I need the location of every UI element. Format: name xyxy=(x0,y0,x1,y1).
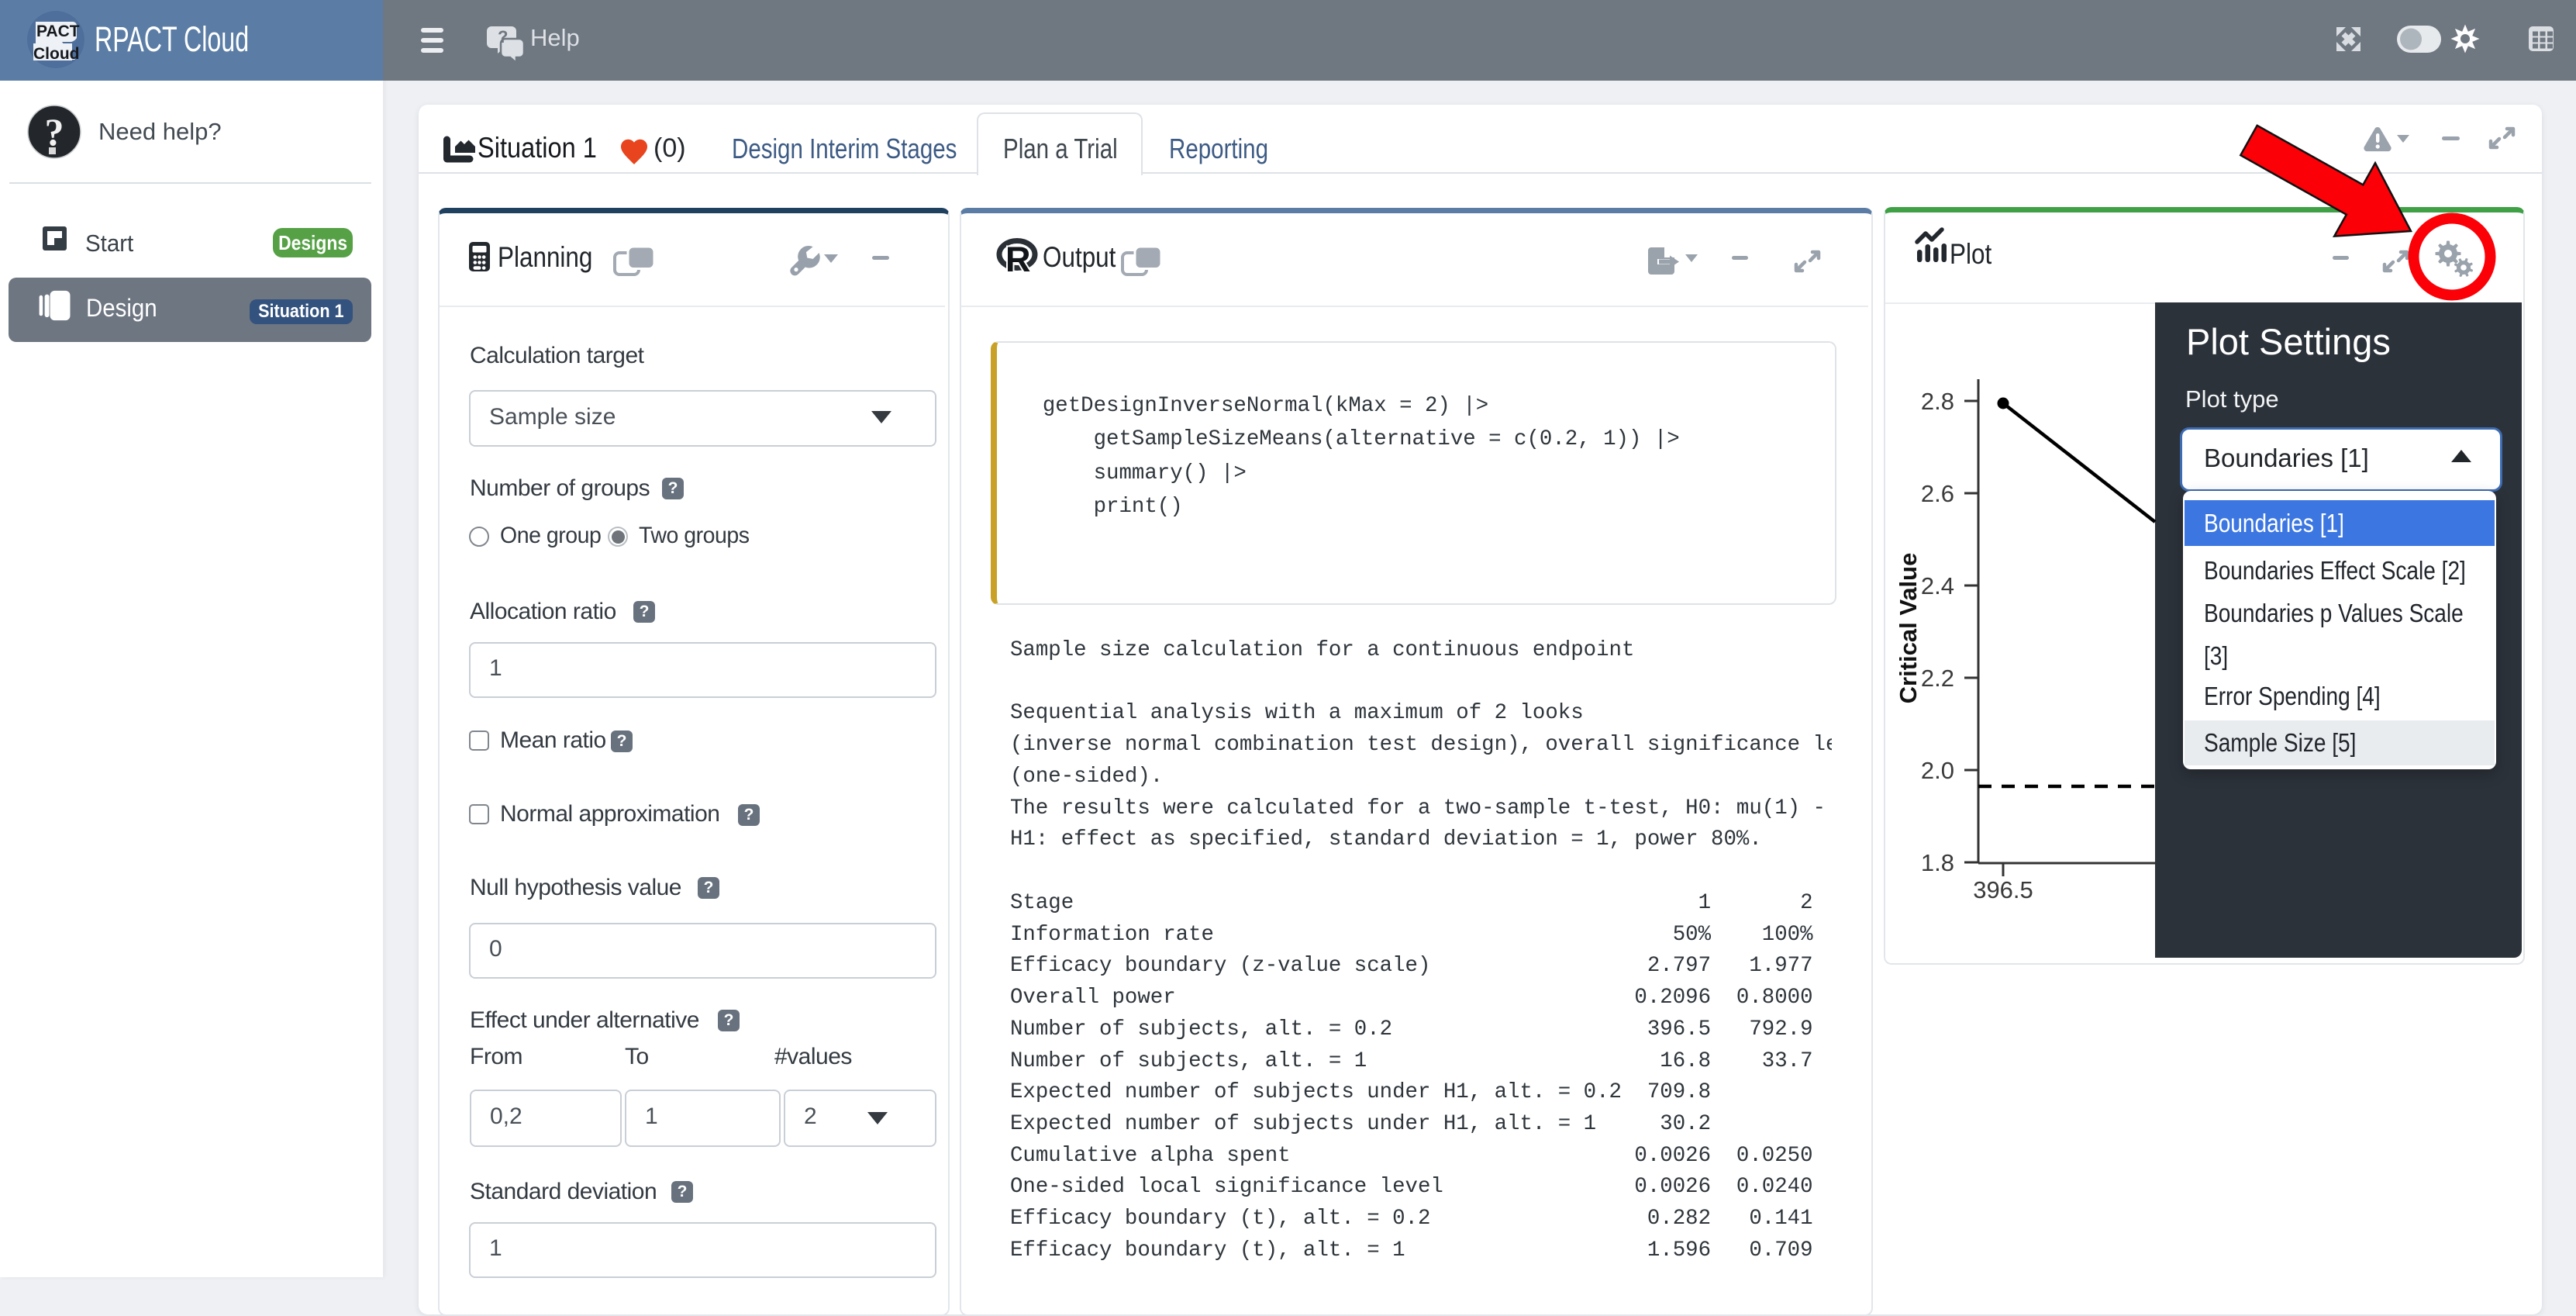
svg-text:?: ? xyxy=(45,110,64,154)
svg-text:396.5: 396.5 xyxy=(1973,876,2033,903)
svg-text:2.4: 2.4 xyxy=(1921,572,1954,599)
svg-text:1.8: 1.8 xyxy=(1921,849,1954,876)
svg-text:2.2: 2.2 xyxy=(1921,665,1954,692)
svg-text:2.8: 2.8 xyxy=(1921,388,1954,415)
svg-text:Critical Value: Critical Value xyxy=(1895,553,1922,704)
svg-text:2.6: 2.6 xyxy=(1921,480,1954,507)
svg-text:Cloud: Cloud xyxy=(33,45,79,63)
svg-text:2.0: 2.0 xyxy=(1921,757,1954,784)
svg-text:PACT: PACT xyxy=(36,22,80,40)
svg-text:?: ? xyxy=(498,27,508,47)
svg-text:R: R xyxy=(1005,240,1031,279)
